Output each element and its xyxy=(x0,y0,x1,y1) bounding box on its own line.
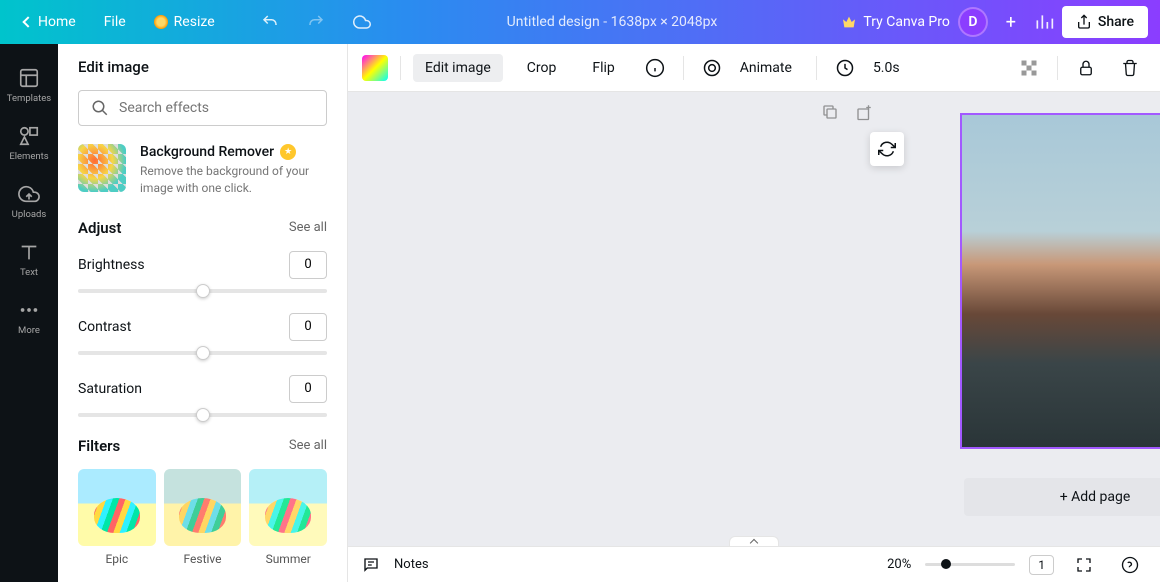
filter-epic[interactable]: Epic xyxy=(78,469,156,567)
info-button[interactable] xyxy=(639,52,671,84)
side-rail: Templates Elements Uploads Text More xyxy=(0,44,58,582)
bg-remover-desc: Remove the background of your image with… xyxy=(140,163,327,197)
edit-image-button[interactable]: Edit image xyxy=(413,54,503,82)
refresh-button[interactable] xyxy=(870,132,904,166)
brightness-label: Brightness xyxy=(78,257,145,273)
clock-icon xyxy=(835,58,855,78)
help-icon xyxy=(1121,556,1139,574)
trash-icon xyxy=(1121,59,1139,77)
undo-button[interactable] xyxy=(249,7,291,37)
redo-icon xyxy=(307,13,325,31)
info-icon xyxy=(645,58,665,78)
share-icon xyxy=(1076,14,1092,30)
help-button[interactable] xyxy=(1114,549,1146,581)
cloud-sync-button[interactable] xyxy=(341,7,383,37)
try-pro-button[interactable]: Try Canva Pro xyxy=(841,14,949,30)
notes-button[interactable]: Notes xyxy=(394,557,429,572)
document-title[interactable]: Untitled design - 1638px × 2048px xyxy=(383,14,842,30)
duration-icon[interactable] xyxy=(829,52,861,84)
saturation-label: Saturation xyxy=(78,381,142,397)
fullscreen-icon xyxy=(1076,557,1092,573)
saturation-value[interactable]: 0 xyxy=(289,375,327,403)
brightness-value[interactable]: 0 xyxy=(289,251,327,279)
resize-icon xyxy=(154,15,168,29)
canvas-area: Edit image Crop Flip Animate 5.0s + Add … xyxy=(348,44,1160,582)
brightness-slider[interactable] xyxy=(78,289,327,293)
saturation-slider[interactable] xyxy=(78,413,327,417)
chevron-up-icon xyxy=(750,538,758,546)
fullscreen-button[interactable] xyxy=(1068,549,1100,581)
rail-text[interactable]: Text xyxy=(0,230,58,288)
contrast-slider[interactable] xyxy=(78,351,327,355)
bg-remover-title: Background Remover xyxy=(140,144,274,160)
rail-templates[interactable]: Templates xyxy=(0,56,58,114)
panel-title: Edit image xyxy=(58,44,347,90)
rail-more[interactable]: More xyxy=(0,288,58,346)
lock-button[interactable] xyxy=(1070,52,1102,84)
background-remover[interactable]: Background Remover ★ Remove the backgroun… xyxy=(78,144,327,197)
city-photo xyxy=(962,115,1160,447)
adjust-heading: Adjust xyxy=(78,219,121,237)
filter-summer[interactable]: Summer xyxy=(249,469,327,567)
selected-image[interactable] xyxy=(960,113,1160,449)
bg-remover-thumbnail xyxy=(78,144,126,192)
filters-see-all[interactable]: See all xyxy=(289,438,327,453)
zoom-level[interactable]: 20% xyxy=(887,557,911,572)
animate-icon xyxy=(702,58,722,78)
animate-button[interactable]: Animate xyxy=(740,54,804,82)
notes-icon xyxy=(362,556,380,574)
filter-festive[interactable]: Festive xyxy=(164,469,242,567)
edit-panel: Edit image Background Remover ★ Remove th… xyxy=(58,44,348,582)
templates-icon xyxy=(18,67,40,89)
rail-uploads[interactable]: Uploads xyxy=(0,172,58,230)
animate-icon-button[interactable] xyxy=(696,52,728,84)
cloud-icon xyxy=(353,13,371,31)
crop-button[interactable]: Crop xyxy=(515,54,569,82)
share-button[interactable]: Share xyxy=(1062,6,1148,38)
add-above-button[interactable] xyxy=(852,100,876,124)
redo-button[interactable] xyxy=(295,7,337,37)
transparency-button[interactable] xyxy=(1013,52,1045,84)
filters-heading: Filters xyxy=(78,437,120,455)
add-page-button[interactable]: + Add page xyxy=(964,478,1160,516)
resize-button[interactable]: Resize xyxy=(142,8,227,36)
elements-icon xyxy=(18,125,40,147)
search-box[interactable] xyxy=(78,90,327,126)
user-avatar[interactable]: D xyxy=(958,7,988,37)
lock-icon xyxy=(1077,59,1095,77)
top-bar: Home File Resize Untitled design - 1638p… xyxy=(0,0,1160,44)
chevron-left-icon xyxy=(22,16,33,27)
contrast-label: Contrast xyxy=(78,319,131,335)
rail-elements[interactable]: Elements xyxy=(0,114,58,172)
pro-badge-icon: ★ xyxy=(280,144,296,160)
footer-bar: Notes 20% 1 xyxy=(348,546,1160,582)
transparency-icon xyxy=(1019,58,1039,78)
expand-handle[interactable] xyxy=(729,536,779,546)
duration-value[interactable]: 5.0s xyxy=(873,54,912,82)
undo-icon xyxy=(261,13,279,31)
uploads-icon xyxy=(18,183,40,205)
context-toolbar: Edit image Crop Flip Animate 5.0s xyxy=(348,44,1160,92)
add-icon xyxy=(855,103,873,121)
back-button[interactable]: Home xyxy=(12,8,88,36)
crown-icon xyxy=(841,14,857,30)
contrast-value[interactable]: 0 xyxy=(289,313,327,341)
more-icon xyxy=(18,299,40,321)
insights-icon[interactable] xyxy=(1034,12,1054,32)
flip-button[interactable]: Flip xyxy=(580,54,626,82)
invite-button[interactable]: + xyxy=(996,7,1026,37)
zoom-slider[interactable] xyxy=(925,563,1015,566)
search-icon xyxy=(91,99,109,117)
refresh-icon xyxy=(878,140,896,158)
delete-button[interactable] xyxy=(1114,52,1146,84)
duplicate-icon xyxy=(821,103,839,121)
file-menu[interactable]: File xyxy=(92,8,138,36)
canvas-background[interactable]: + Add page xyxy=(348,92,1160,546)
duplicate-page-button[interactable] xyxy=(818,100,842,124)
page-indicator[interactable]: 1 xyxy=(1029,555,1054,575)
adjust-see-all[interactable]: See all xyxy=(289,220,327,235)
color-picker[interactable] xyxy=(362,55,388,81)
text-icon xyxy=(18,241,40,263)
search-input[interactable] xyxy=(119,100,314,116)
